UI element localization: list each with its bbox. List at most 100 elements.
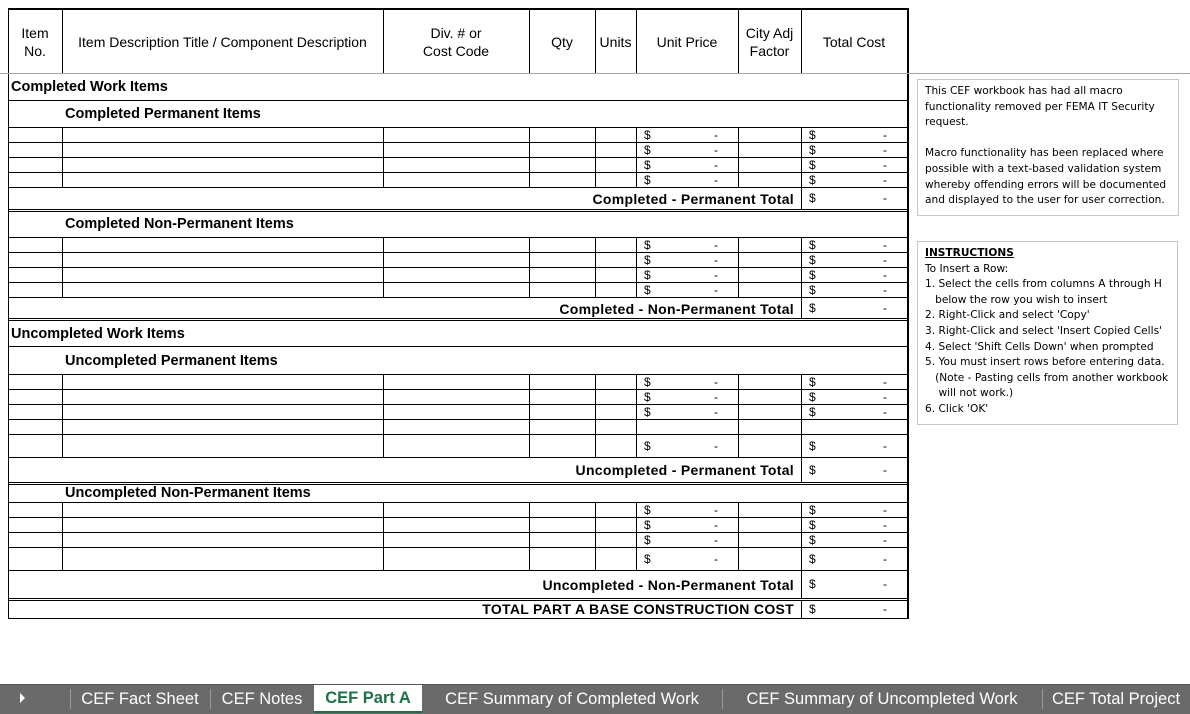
grid-line [595,502,596,570]
currency-symbol: $ [644,502,651,517]
grid-line [8,482,907,483]
grid-line [595,237,596,297]
currency-cell[interactable]: $ - [801,404,907,419]
currency-cell[interactable]: $ - [636,157,738,172]
uncompleted-permanent-total-label: Uncompleted - Permanent Total [575,462,794,478]
grid-line [0,73,1190,74]
currency-cell[interactable]: $ - [636,374,738,389]
grid-line [8,297,907,298]
grid-line [8,142,907,143]
currency-value: - [714,389,718,404]
tab-separator [1042,689,1043,709]
currency-cell[interactable]: $ - [636,127,738,142]
header-unit-price[interactable]: Unit Price [636,10,738,73]
currency-cell[interactable]: $ - [801,282,907,297]
currency-value: - [714,157,718,172]
instruction-step: below the row you wish to insert [925,293,1108,306]
currency-value: - [883,438,887,453]
instructions-heading: INSTRUCTIONS [925,247,1014,259]
currency-value: - [883,142,887,157]
currency-value: - [883,191,887,205]
grid-line [738,374,739,457]
currency-cell[interactable]: $ - [801,570,907,598]
grid-line [383,374,384,457]
currency-cell[interactable]: $ - [801,457,907,482]
sheet-tab[interactable]: CEF Summary of Completed Work [422,685,722,713]
currency-value: - [883,404,887,419]
currency-cell[interactable]: $ - [636,267,738,282]
currency-value: - [883,517,887,532]
currency-symbol: $ [809,517,816,532]
currency-symbol: $ [809,532,816,547]
currency-cell[interactable]: $ - [636,389,738,404]
currency-value: - [714,267,718,282]
currency-cell[interactable]: $ - [801,547,907,570]
instructions-box: INSTRUCTIONS To Insert a Row: 1. Select … [917,241,1178,425]
grid-line [8,346,907,347]
subsection-uncompleted-non-permanent: Uncompleted Non-Permanent Items [65,485,311,501]
currency-cell[interactable]: $ - [636,532,738,547]
section-uncompleted-work: Uncompleted Work Items [11,326,185,342]
currency-cell[interactable]: $ - [801,297,907,318]
currency-cell[interactable]: $ - [801,187,907,209]
currency-cell[interactable]: $ - [801,600,907,618]
currency-cell[interactable]: $ - [801,157,907,172]
sheet-tab[interactable]: CEF Part A [314,685,422,713]
currency-symbol: $ [809,404,816,419]
currency-cell[interactable]: $ - [801,502,907,517]
header-item-no[interactable]: Item No. [8,10,62,73]
currency-value: - [714,127,718,142]
grid-line [383,237,384,297]
header-total-cost[interactable]: Total Cost [801,10,907,73]
currency-cell[interactable]: $ - [636,434,738,457]
currency-cell[interactable]: $ - [636,282,738,297]
grid-line [8,532,907,533]
header-div-code[interactable]: Div. # or Cost Code [383,10,529,73]
currency-symbol: $ [809,602,816,616]
sheet-tab[interactable]: CEF Notes [210,685,314,713]
header-city-adj[interactable]: City Adj Factor [738,10,801,73]
currency-cell[interactable]: $ - [636,252,738,267]
currency-cell[interactable]: $ - [636,172,738,187]
currency-value: - [883,267,887,282]
currency-cell[interactable]: $ - [801,532,907,547]
currency-cell[interactable]: $ - [636,142,738,157]
currency-cell[interactable]: $ - [801,517,907,532]
currency-cell[interactable]: $ - [801,252,907,267]
grid-line [8,598,907,599]
sheet-tab[interactable]: CEF Fact Sheet [70,685,210,713]
tab-separator [70,689,71,709]
sheet-tab[interactable]: CEF Total Project [1042,685,1190,713]
currency-symbol: $ [809,577,816,591]
currency-cell[interactable]: $ - [801,434,907,457]
currency-cell[interactable]: $ - [801,142,907,157]
currency-cell[interactable]: $ - [636,404,738,419]
currency-cell[interactable]: $ - [801,267,907,282]
currency-cell[interactable]: $ - [801,237,907,252]
grid-line [383,127,384,187]
currency-symbol: $ [809,237,816,252]
currency-cell[interactable]: $ - [801,172,907,187]
tab-separator [722,689,723,709]
currency-symbol: $ [809,300,816,315]
currency-value: - [714,551,718,566]
currency-value: - [714,404,718,419]
currency-value: - [883,157,887,172]
header-units[interactable]: Units [595,10,636,73]
currency-cell[interactable]: $ - [636,547,738,570]
currency-cell[interactable]: $ - [801,374,907,389]
header-description[interactable]: Item Description Title / Component Descr… [62,10,383,73]
currency-value: - [883,172,887,187]
sheet-tab[interactable]: CEF Summary of Uncompleted Work [722,685,1042,713]
grid-line [738,8,739,73]
currency-cell[interactable]: $ - [636,502,738,517]
scroll-tabs-right-icon[interactable] [20,693,25,703]
currency-cell[interactable]: $ - [801,389,907,404]
grid-line [8,187,907,188]
currency-cell[interactable]: $ - [801,127,907,142]
currency-cell[interactable]: $ - [636,237,738,252]
grid-line [529,502,530,570]
currency-symbol: $ [809,438,816,453]
currency-cell[interactable]: $ - [636,517,738,532]
header-qty[interactable]: Qty [529,10,595,73]
